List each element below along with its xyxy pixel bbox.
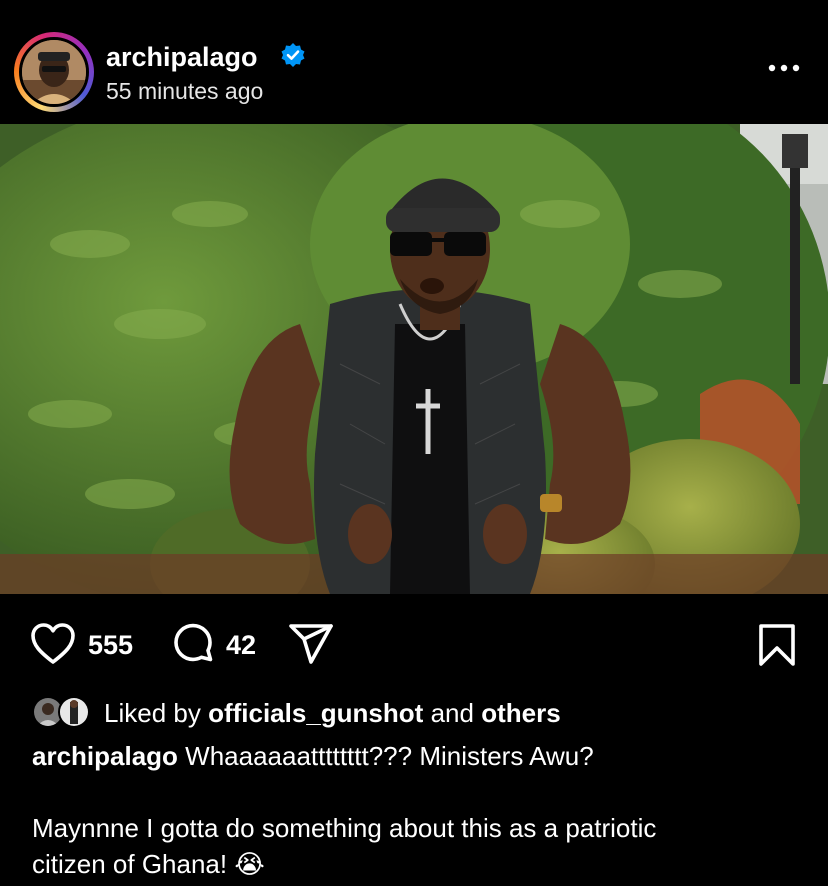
post-photo-illustration [0, 124, 828, 594]
liker-avatar [58, 696, 90, 728]
post-actions: 555 42 [0, 606, 828, 686]
avatar[interactable] [19, 37, 89, 107]
comment-count[interactable]: 42 [226, 630, 256, 661]
post-timestamp: 55 minutes ago [106, 78, 264, 104]
paper-plane-icon[interactable] [288, 622, 334, 668]
story-ring[interactable] [14, 32, 94, 112]
liked-by-others[interactable]: others [481, 698, 560, 728]
comment-bubble-icon[interactable] [170, 622, 216, 668]
post-username[interactable]: archipalago [106, 42, 258, 73]
liked-by-conjunction: and [430, 698, 474, 728]
liked-by-row[interactable]: Liked by officials_gunshot and others [32, 694, 812, 734]
post-caption: archipalago Whaaaaaatttttttt??? Minister… [32, 738, 812, 882]
post-header: archipalago 55 minutes ago [0, 0, 828, 124]
heart-icon[interactable] [30, 622, 76, 666]
like-count[interactable]: 555 [88, 630, 133, 661]
caption-line-1: Whaaaaaatttttttt??? Ministers Awu? [185, 741, 594, 771]
liked-by-text: Liked by officials_gunshot and others [104, 698, 561, 729]
liked-by-prefix: Liked by [104, 698, 201, 728]
caption-username[interactable]: archipalago [32, 741, 178, 771]
verified-badge-icon [281, 43, 305, 67]
bookmark-icon[interactable] [756, 622, 798, 668]
caption-line-2: Maynnne I gotta do something about this … [32, 813, 657, 843]
post-image[interactable] [0, 124, 828, 594]
caption-line-3: citizen of Ghana! 😭 [32, 849, 265, 879]
more-options-icon[interactable] [764, 56, 804, 80]
liked-by-user[interactable]: officials_gunshot [208, 698, 423, 728]
